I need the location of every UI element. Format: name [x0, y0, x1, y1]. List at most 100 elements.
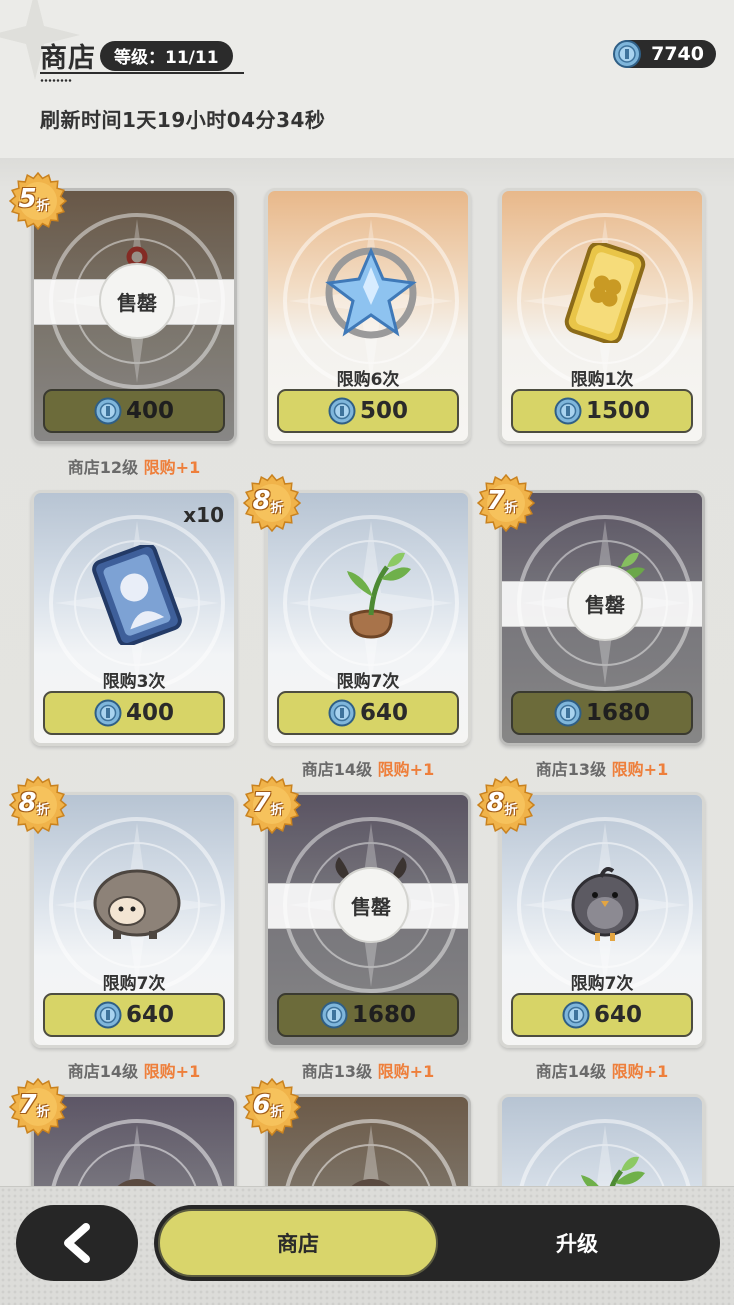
coin-icon	[554, 397, 582, 425]
title-underline	[40, 72, 244, 74]
shop-level-badge: 等级：11/11	[100, 40, 233, 71]
sold-out-label: 售罄	[567, 565, 643, 641]
note-level: 商店14级	[301, 760, 373, 779]
discount-value: 7	[18, 1090, 37, 1120]
shop-level-note: 商店14级 限购+1	[499, 1058, 705, 1082]
shop-item-card[interactable]: x10 限购3次 400	[31, 490, 237, 746]
shop-item-card[interactable]	[499, 1094, 705, 1198]
discount-suffix: 折	[270, 1104, 284, 1120]
title-dots	[40, 79, 72, 82]
shop-grid[interactable]: 售罄 400 5 折商店12级 限购+1 限购6次 500 限购1次 1500 x10 限购3次 4…	[0, 158, 734, 1198]
note-level: 商店13级	[301, 1062, 373, 1081]
discount-suffix: 折	[504, 500, 518, 516]
price-button[interactable]: 1500	[511, 389, 693, 433]
note-limit-bonus: 限购+1	[377, 1062, 435, 1081]
shop-level-note: 商店12级 限购+1	[31, 454, 237, 478]
purchase-limit: 限购7次	[570, 974, 634, 994]
price-value: 500	[359, 398, 408, 424]
price-button[interactable]: 500	[277, 389, 459, 433]
discount-value: 5	[18, 184, 37, 214]
discount-suffix: 折	[270, 500, 284, 516]
currency-amount: 7740	[651, 43, 704, 65]
note-level: 商店12级	[67, 458, 139, 477]
tab-upgrade[interactable]: 升级	[442, 1209, 712, 1277]
note-limit-bonus: 限购+1	[143, 1062, 201, 1081]
discount-badge: 7折	[477, 474, 535, 532]
coin-icon	[94, 397, 122, 425]
sapling-pot-icon	[347, 552, 411, 639]
gray-bird-icon	[571, 867, 639, 941]
discount-suffix: 折	[270, 802, 284, 818]
price-button[interactable]: 400	[43, 389, 225, 433]
bottom-bar: 商店 升级	[0, 1186, 734, 1305]
price-value: 1500	[585, 398, 650, 424]
discount-badge: 5折	[9, 172, 67, 230]
discount-badge: 7折	[243, 776, 301, 834]
coin-icon	[328, 699, 356, 727]
purchase-limit: 限购7次	[102, 974, 166, 994]
item-quantity: x10	[183, 503, 224, 527]
note-limit-bonus: 限购+1	[611, 1062, 669, 1081]
coin-icon	[562, 1001, 590, 1029]
shop-header: 商店 等级：11/11 7740 刷新时间1天19小时04分34秒	[0, 0, 734, 160]
note-limit-bonus: 限购+1	[611, 760, 669, 779]
note-level: 商店14级	[67, 1062, 139, 1081]
discount-badge: 8折	[477, 776, 535, 834]
purchase-limit: 限购6次	[336, 370, 400, 390]
coin-icon	[613, 40, 641, 68]
tab-bar: 商店 升级	[154, 1205, 720, 1281]
price-value: 1680	[351, 1002, 416, 1028]
shop-item-card[interactable]: 限购1次 1500	[499, 188, 705, 444]
title-group: 商店 等级：11/11	[40, 36, 233, 75]
character-card-icon	[92, 545, 182, 645]
discount-suffix: 折	[36, 1104, 50, 1120]
note-level: 商店14级	[535, 1062, 607, 1081]
discount-value: 7	[252, 788, 271, 818]
note-limit-bonus: 限购+1	[377, 760, 435, 779]
sold-out-label: 售罄	[333, 867, 409, 943]
price-button[interactable]: 640	[277, 691, 459, 735]
coin-icon	[94, 699, 122, 727]
discount-badge: 8折	[243, 474, 301, 532]
page-title: 商店	[40, 43, 96, 74]
sold-out-label: 售罄	[99, 263, 175, 339]
price-value: 640	[125, 1002, 174, 1028]
note-level: 商店13级	[535, 760, 607, 779]
discount-suffix: 折	[504, 802, 518, 818]
discount-badge: 7折	[9, 1078, 67, 1136]
discount-suffix: 折	[36, 802, 50, 818]
sheep-icon	[93, 869, 181, 939]
coin-icon	[320, 1001, 348, 1029]
purchase-limit: 限购3次	[102, 672, 166, 692]
coin-icon	[328, 397, 356, 425]
price-value: 400	[125, 398, 174, 424]
note-limit-bonus: 限购+1	[143, 458, 201, 477]
price-button[interactable]: 1680	[277, 993, 459, 1037]
price-value: 640	[593, 1002, 642, 1028]
price-value: 400	[125, 700, 174, 726]
coin-icon	[554, 699, 582, 727]
price-button[interactable]: 640	[43, 993, 225, 1037]
price-button[interactable]: 640	[511, 993, 693, 1037]
price-button[interactable]: 400	[43, 691, 225, 735]
crystal-cluster-icon	[325, 247, 417, 339]
refresh-timer: 刷新时间1天19小时04分34秒	[40, 108, 326, 132]
discount-suffix: 折	[36, 198, 50, 214]
price-value: 1680	[585, 700, 650, 726]
shop-item-card[interactable]: 限购6次 500	[265, 188, 471, 444]
currency-display: 7740	[613, 40, 716, 68]
price-button[interactable]: 1680	[511, 691, 693, 735]
chevron-left-icon	[64, 1223, 90, 1263]
purchase-limit: 限购7次	[336, 672, 400, 692]
discount-value: 8	[18, 788, 37, 818]
price-value: 640	[359, 700, 408, 726]
tab-shop[interactable]: 商店	[158, 1209, 438, 1277]
coin-icon	[94, 1001, 122, 1029]
purchase-limit: 限购1次	[570, 370, 634, 390]
discount-value: 8	[252, 486, 271, 516]
clover-ticket-icon	[564, 243, 646, 343]
discount-value: 6	[252, 1090, 271, 1120]
discount-value: 8	[486, 788, 505, 818]
discount-badge: 8折	[9, 776, 67, 834]
back-button[interactable]	[16, 1205, 138, 1281]
